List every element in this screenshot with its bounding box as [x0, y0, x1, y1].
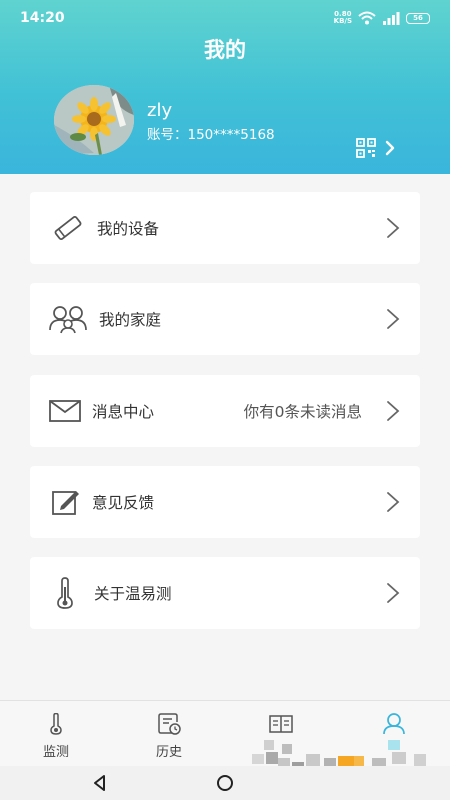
menu-item-my-devices[interactable]: 我的设备 — [30, 192, 420, 264]
home-icon[interactable] — [214, 772, 236, 794]
chevron-right-icon — [387, 309, 400, 329]
chevron-right-icon — [387, 401, 400, 421]
mail-icon — [49, 400, 81, 422]
unread-messages-text: 你有0条未读消息 — [243, 403, 362, 421]
sunflower-avatar-image — [54, 85, 134, 155]
menu-label-about: 关于温易测 — [94, 585, 172, 603]
chevron-right-icon — [387, 492, 400, 512]
wifi-icon — [358, 11, 376, 25]
menu-label-feedback: 意见反馈 — [92, 494, 155, 512]
tab-label-history: 历史 — [155, 745, 182, 760]
qr-code-button[interactable] — [356, 137, 406, 159]
status-bar: 14:20 0.80 KB/S 56 — [0, 0, 450, 36]
tab-label-monitor: 监测 — [42, 745, 69, 760]
menu-label-message-center: 消息中心 — [92, 403, 155, 421]
menu-label-my-devices: 我的设备 — [97, 220, 160, 238]
avatar[interactable] — [54, 85, 134, 155]
tab-history[interactable]: 历史 — [113, 701, 225, 767]
thermometer-icon — [57, 577, 73, 609]
family-icon — [49, 306, 87, 334]
chevron-right-icon — [385, 140, 395, 156]
account-number: 账号：150****5168 — [147, 127, 275, 143]
battery-level: 56 — [413, 13, 423, 22]
status-icons: 0.80 KB/S 56 — [334, 9, 430, 27]
menu-item-message-center[interactable]: 消息中心 你有0条未读消息 — [30, 375, 420, 447]
username: zly — [147, 100, 173, 121]
battery-icon: 56 — [406, 12, 430, 24]
signal-icon — [383, 11, 400, 25]
menu-label-my-family: 我的家庭 — [99, 311, 162, 329]
menu-item-feedback[interactable]: 意见反馈 — [30, 466, 420, 538]
page-title: 我的 — [204, 38, 246, 62]
system-navigation-bar — [0, 766, 450, 800]
network-speed: 0.80 KB/S — [334, 11, 352, 25]
device-icon — [54, 215, 82, 241]
qr-code-icon — [356, 138, 376, 158]
history-icon — [158, 713, 181, 735]
book-icon — [269, 715, 293, 733]
tab-monitor[interactable]: 监测 — [0, 701, 112, 767]
chevron-right-icon — [387, 218, 400, 238]
chevron-right-icon — [387, 583, 400, 603]
profile-header: 14:20 0.80 KB/S 56 我的 zly 账号：150****5168 — [0, 0, 450, 174]
user-icon — [383, 713, 405, 735]
status-time: 14:20 — [20, 10, 65, 26]
menu-item-about[interactable]: 关于温易测 — [30, 557, 420, 629]
edit-icon — [52, 491, 79, 515]
back-icon[interactable] — [89, 772, 111, 794]
menu-item-my-family[interactable]: 我的家庭 — [30, 283, 420, 355]
network-speed-unit: KB/S — [333, 17, 352, 25]
thermometer-tab-icon — [50, 713, 62, 735]
